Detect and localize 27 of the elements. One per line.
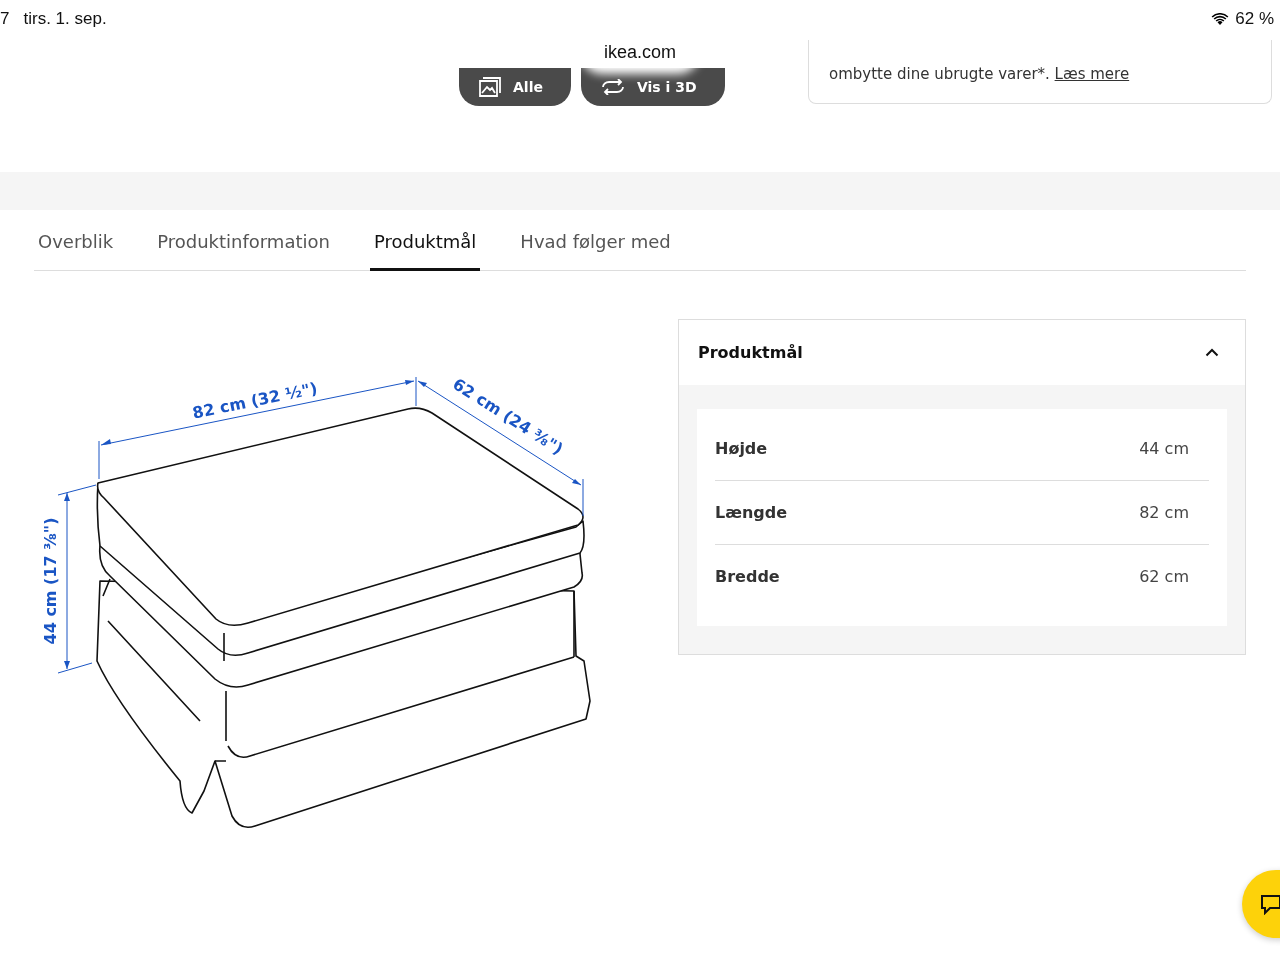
panel-title: Produktmål [698,343,803,362]
info-text: ombytte dine ubrugte varer*. Læs mere [829,65,1130,83]
chat-icon [1260,893,1280,915]
dimension-label: 82 cm (32 ½") [190,378,319,423]
dimension-name: Bredde [715,567,780,586]
tab[interactable]: Overblik [34,231,118,271]
tab[interactable]: Produktinformation [153,231,334,271]
gallery-button[interactable]: Alle [459,68,571,106]
battery-level: 62 % [1235,9,1274,29]
dimension-label: 62 cm (24 ⅜") [449,374,567,459]
address-bar[interactable]: ikea.com [586,36,694,68]
panel-header[interactable]: Produktmål [679,320,1245,385]
status-date: tirs. 1. sep. [23,9,107,29]
status-time: 7 [0,9,10,29]
wifi-icon [1211,12,1230,26]
dimension-value: 62 cm [1139,567,1189,586]
dimension-value: 82 cm [1139,503,1189,522]
dimension-value: 44 cm [1139,439,1189,458]
view-3d-button[interactable]: Vis i 3D [580,68,725,106]
tab[interactable]: Hvad følger med [516,231,675,271]
dimension-name: Højde [715,439,768,458]
dimension-name: Længde [715,503,788,522]
dimension-label: 44 cm (17 ⅜") [41,517,60,645]
gallery-icon [479,77,501,97]
read-more-link[interactable]: Læs mere [1054,65,1130,83]
rotate-icon [600,79,625,95]
tab[interactable]: Produktmål [369,231,481,271]
